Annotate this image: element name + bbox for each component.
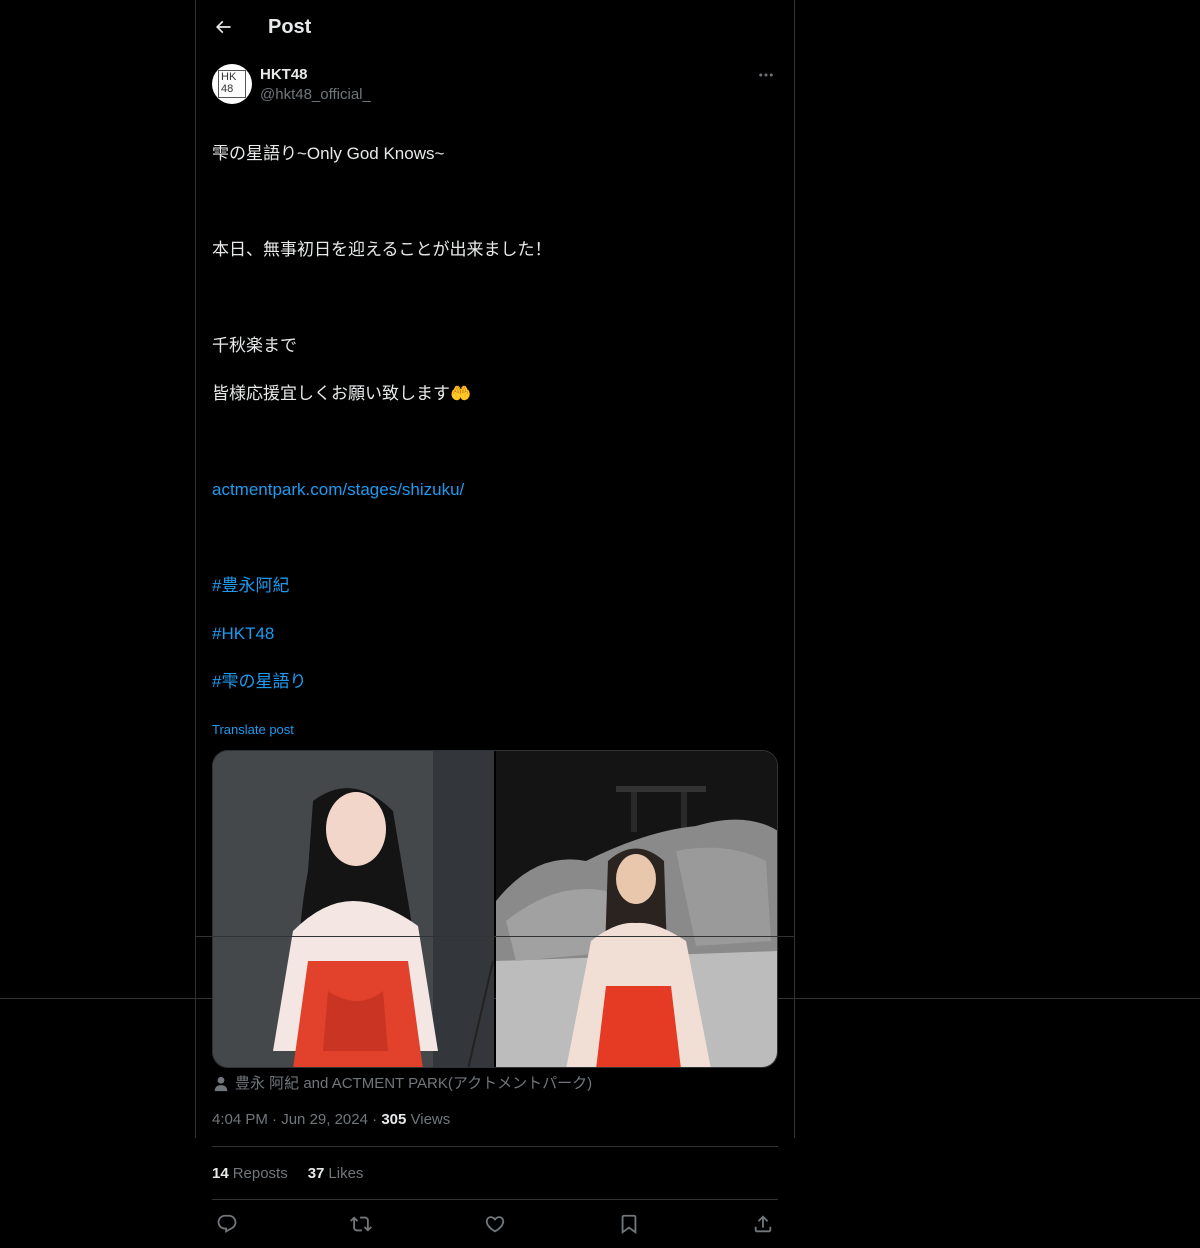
share-button[interactable] [752, 1213, 774, 1235]
hashtag-link[interactable]: #豊永阿紀 [212, 576, 289, 595]
post-text-line: 雫の星語り~Only God Knows~ [212, 144, 445, 163]
post-time[interactable]: 4:04 PM [212, 1111, 268, 1128]
post-metadata: 4:04 PM · Jun 29, 2024 · 305 Views [212, 1110, 778, 1147]
share-icon [754, 1215, 772, 1233]
post-text-blank [212, 190, 778, 214]
views-count: 305 [381, 1111, 407, 1128]
hashtag-link[interactable]: #雫の星語り [212, 672, 306, 691]
display-name[interactable]: HKT48 [260, 65, 371, 85]
heart-icon [485, 1216, 505, 1233]
translate-post-link[interactable]: Translate post [212, 722, 778, 738]
reply-button[interactable] [216, 1213, 238, 1235]
engagement-stats: 14 Reposts 37 Likes [212, 1147, 778, 1200]
more-horizontal-icon [759, 73, 773, 77]
repost-icon [350, 1216, 372, 1232]
back-button[interactable] [205, 9, 241, 45]
avatar[interactable]: HK 48 [212, 64, 252, 104]
primary-column: Post HK 48 HKT48 @hkt48_official_ 雫の星語り~O… [195, 0, 795, 1235]
post-divider [196, 936, 794, 937]
reposts-label: Reposts [232, 1164, 288, 1182]
post-text-line: 皆様応援宜しくお願い致します🤲 [212, 384, 472, 403]
reposts-stat[interactable]: 14 Reposts [212, 1165, 288, 1182]
post-text: 雫の星語り~Only God Knows~ 本日、無事初日を迎えることが出来まし… [212, 118, 778, 718]
post-text-line: 千秋楽まで [212, 336, 297, 355]
page-title: Post [268, 15, 312, 38]
photo-2-image [496, 751, 777, 1067]
bookmark-button[interactable] [618, 1213, 640, 1235]
likes-label: Likes [328, 1164, 364, 1182]
post-text-blank [212, 286, 778, 310]
tagged-users[interactable]: 豊永 阿紀 and ACTMENT PARK(アクトメントパーク) [212, 1074, 778, 1094]
bookmark-icon [621, 1214, 637, 1235]
post-author: HK 48 HKT48 @hkt48_official_ [212, 64, 778, 106]
likes-count: 37 [307, 1164, 325, 1182]
more-button[interactable] [754, 64, 778, 86]
page-header: Post [196, 0, 794, 54]
person-icon [212, 1075, 230, 1093]
photo-2[interactable] [496, 751, 777, 1067]
post-text-blank [212, 430, 778, 454]
hashtag-link[interactable]: #HKT48 [212, 624, 274, 643]
photo-1-image [213, 751, 494, 1067]
reply-icon [217, 1214, 237, 1233]
post: HK 48 HKT48 @hkt48_official_ 雫の星語り~Only G… [212, 64, 778, 1248]
post-text-line: 本日、無事初日を迎えることが出来ました！ [212, 240, 552, 259]
post-link[interactable]: actmentpark.com/stages/shizuku/ [212, 480, 464, 499]
post-text-blank [212, 526, 778, 550]
avatar-logo: HK 48 [218, 70, 246, 98]
separator-dot: · [272, 1111, 282, 1128]
post-actions [212, 1200, 778, 1248]
like-button[interactable] [484, 1213, 506, 1235]
separator-dot: · [372, 1111, 382, 1128]
post-date[interactable]: Jun 29, 2024 [281, 1111, 368, 1128]
likes-stat[interactable]: 37 Likes [308, 1165, 364, 1182]
reposts-count: 14 [212, 1164, 229, 1182]
arrow-left-icon [215, 20, 231, 34]
media-grid [212, 750, 778, 1068]
views-label: Views [410, 1111, 451, 1128]
tagged-label: 豊永 阿紀 and ACTMENT PARK(アクトメントパーク) [235, 1075, 593, 1092]
repost-button[interactable] [350, 1213, 372, 1235]
handle[interactable]: @hkt48_official_ [260, 85, 371, 105]
author-info: HKT48 @hkt48_official_ [260, 64, 371, 105]
photo-1[interactable] [213, 751, 494, 1067]
